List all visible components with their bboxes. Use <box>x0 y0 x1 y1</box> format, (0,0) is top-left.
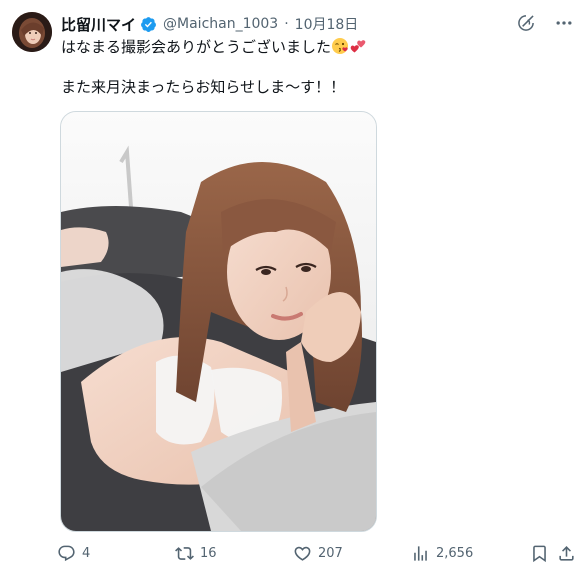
tweet-text-line-2: また来月決まったらお知らせしま〜す！！ <box>61 78 346 96</box>
tweet-date[interactable]: 10月18日 <box>295 14 359 34</box>
tweet[interactable]: 比留川マイ @Maichan_1003 · 10月18日 はなまる撮影会ありがと… <box>0 0 587 571</box>
avatar[interactable] <box>12 12 52 52</box>
like-button[interactable]: 207 <box>293 540 343 566</box>
reply-button[interactable]: 4 <box>57 540 90 566</box>
like-count: 207 <box>318 545 343 561</box>
share-icon <box>559 545 574 561</box>
bookmark-button[interactable] <box>530 540 549 566</box>
tweet-text-line-1: はなまる撮影会ありがとうございました <box>61 37 571 57</box>
tweet-photo[interactable] <box>60 111 377 532</box>
tweet-header: 比留川マイ @Maichan_1003 · 10月18日 <box>61 13 358 35</box>
display-name[interactable]: 比留川マイ <box>61 14 136 35</box>
grok-icon[interactable] <box>515 12 537 34</box>
tweet-text-content-1: はなまる撮影会ありがとうございました <box>61 38 332 56</box>
two-hearts-emoji-icon <box>349 37 367 55</box>
tweet-actions: 4 16 207 2,656 <box>57 540 577 566</box>
share-button[interactable] <box>557 540 576 566</box>
reply-icon <box>58 545 75 561</box>
views-count: 2,656 <box>436 545 474 561</box>
author-handle[interactable]: @Maichan_1003 <box>163 16 278 32</box>
header-actions <box>515 12 575 34</box>
photo-image <box>61 112 376 531</box>
retweet-button[interactable]: 16 <box>175 540 217 566</box>
more-icon[interactable] <box>553 12 575 34</box>
bookmark-icon <box>533 545 546 562</box>
reply-count: 4 <box>82 545 91 561</box>
verified-badge-icon[interactable] <box>140 16 157 33</box>
views-chart-icon <box>414 545 427 561</box>
retweet-count: 16 <box>200 545 217 561</box>
text-spacer <box>61 57 571 77</box>
heart-icon <box>294 546 311 561</box>
avatar-image <box>12 12 52 52</box>
face-blowing-kiss-emoji-icon <box>331 37 349 55</box>
tweet-text: はなまる撮影会ありがとうございました また来月決まったらお知らせしま〜す！！ <box>61 37 571 97</box>
meta-separator: · <box>284 16 289 32</box>
views-button[interactable]: 2,656 <box>411 540 473 566</box>
retweet-icon <box>175 546 194 560</box>
